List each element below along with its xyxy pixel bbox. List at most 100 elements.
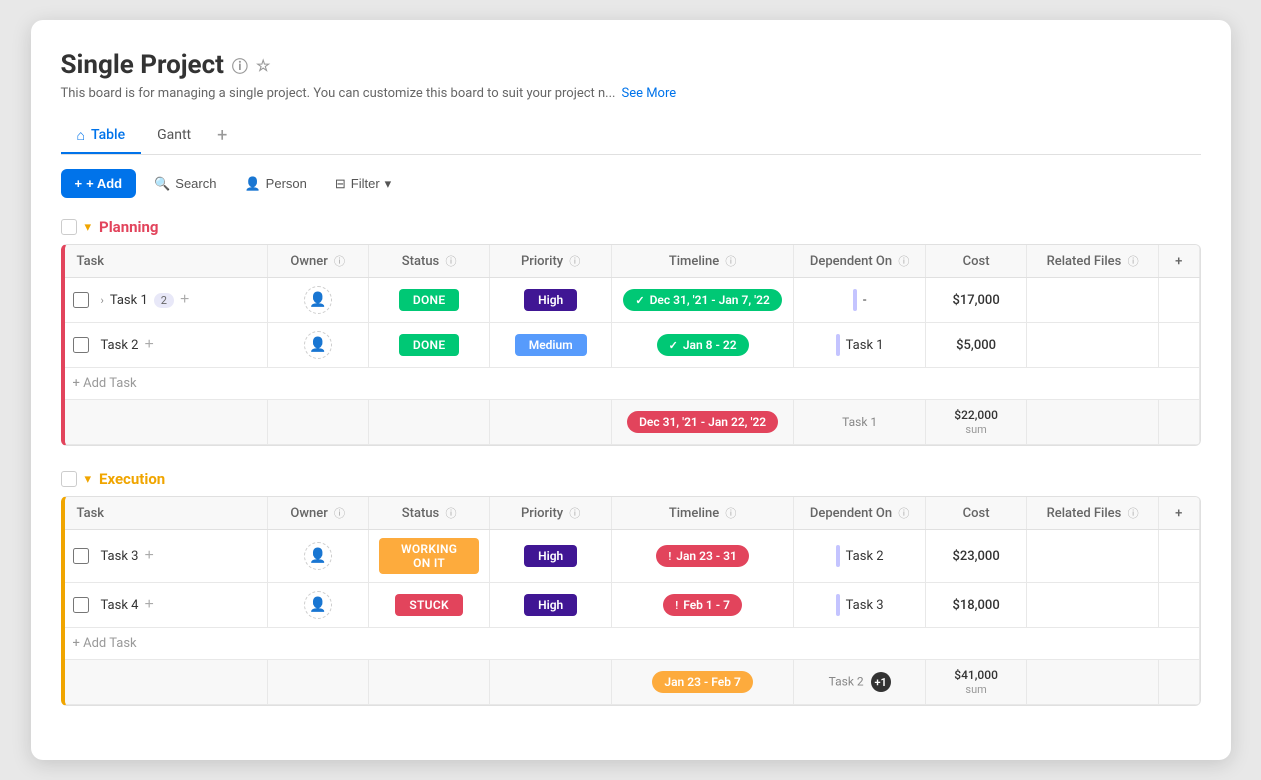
status-cell[interactable]: Done [368, 323, 490, 368]
planning-title: Planning [99, 218, 158, 236]
task-cell: › Task 1 2 + [65, 278, 268, 323]
status-cell[interactable]: Working on it [368, 530, 490, 583]
planning-section: ▾ Planning Task Owner ⓘ Status ⓘ [61, 218, 1201, 446]
timeline-cell[interactable]: ✓ Dec 31, '21 - Jan 7, '22 [611, 278, 793, 323]
timeline-cell[interactable]: ! Jan 23 - 31 [611, 530, 793, 583]
col-add-planning[interactable]: + [1158, 245, 1199, 278]
timeline-cell[interactable]: ✓ Jan 8 - 22 [611, 323, 793, 368]
priority-badge: Medium [515, 334, 587, 356]
col-priority-execution: Priority ⓘ [490, 497, 612, 530]
col-cost-planning: Cost [925, 245, 1026, 278]
dependent-cell: - [794, 278, 926, 323]
star-icon[interactable]: ☆ [256, 56, 270, 75]
timeline-cell[interactable]: ! Feb 1 - 7 [611, 583, 793, 628]
execution-table: Task Owner ⓘ Status ⓘ Priority ⓘ Timelin… [65, 497, 1200, 705]
priority-badge: High [524, 594, 577, 616]
priority-badge: High [524, 289, 577, 311]
row-checkbox[interactable] [73, 292, 89, 308]
sum-empty-2 [267, 660, 368, 705]
add-subtask-button[interactable]: + [144, 596, 153, 614]
col-timeline-execution: Timeline ⓘ [611, 497, 793, 530]
tab-table[interactable]: ⌂ Table [61, 119, 142, 154]
cost-cell: $17,000 [925, 278, 1026, 323]
row-checkbox[interactable] [73, 337, 89, 353]
col-priority-planning: Priority ⓘ [490, 245, 612, 278]
page-description: This board is for managing a single proj… [61, 86, 1201, 101]
sum-dependent-cell: Task 1 [794, 400, 926, 445]
priority-cell[interactable]: High [490, 530, 612, 583]
table-row: › Task 1 2 + 👤 Done [65, 278, 1200, 323]
avatar[interactable]: 👤 [304, 542, 332, 570]
task-name: Task 2 [101, 338, 139, 353]
search-icon: 🔍 [154, 176, 170, 192]
task-cell: Task 3 + [65, 530, 268, 583]
avatar[interactable]: 👤 [304, 591, 332, 619]
timeline-badge: ! Feb 1 - 7 [663, 594, 742, 616]
planning-table-wrapper: Task Owner ⓘ Status ⓘ Priority ⓘ Timelin [61, 244, 1201, 446]
add-button[interactable]: + + Add [61, 169, 137, 198]
add-task-cell[interactable]: + Add Task [65, 368, 1200, 400]
dep-indicator [836, 594, 840, 616]
priority-cell[interactable]: High [490, 583, 612, 628]
sum-row: Dec 31, '21 - Jan 22, '22 Task 1 $22,000… [65, 400, 1200, 445]
priority-cell[interactable]: Medium [490, 323, 612, 368]
info-icon[interactable]: ⓘ [232, 53, 248, 77]
col-task-planning: Task [65, 245, 268, 278]
status-badge: Stuck [395, 594, 463, 616]
avatar[interactable]: 👤 [304, 331, 332, 359]
add-task-row[interactable]: + Add Task [65, 368, 1200, 400]
planning-chevron[interactable]: ▾ [85, 220, 92, 235]
sum-empty-4 [490, 400, 612, 445]
task-name: Task 4 [101, 598, 139, 613]
execution-checkbox[interactable] [61, 471, 77, 487]
execution-sum-row: Jan 23 - Feb 7 Task 2 +1 $41,000 sum [65, 660, 1200, 705]
timeline-badge: ✓ Jan 8 - 22 [657, 334, 749, 356]
row-checkbox[interactable] [73, 597, 89, 613]
table-row: Task 4 + 👤 Stuck High [65, 583, 1200, 628]
cost-value: $17,000 [952, 293, 999, 308]
row-checkbox[interactable] [73, 548, 89, 564]
add-subtask-button[interactable]: + [180, 291, 189, 309]
priority-cell[interactable]: High [490, 278, 612, 323]
subtask-count: 2 [154, 293, 174, 308]
planning-checkbox[interactable] [61, 219, 77, 235]
dependent-cell: Task 1 [794, 323, 926, 368]
sum-label: sum [965, 683, 986, 696]
add-icon: + [75, 176, 83, 191]
add-subtask-button[interactable]: + [144, 336, 153, 354]
add-cell [1158, 278, 1199, 323]
add-label: + Add [86, 176, 122, 191]
execution-section: ▾ Execution Task Owner ⓘ Status ⓘ Prio [61, 470, 1201, 706]
row-expand-icon[interactable]: › [101, 294, 104, 307]
add-tab-button[interactable]: + [207, 117, 237, 154]
execution-table-wrapper: Task Owner ⓘ Status ⓘ Priority ⓘ Timelin… [61, 496, 1201, 706]
owner-cell: 👤 [267, 530, 368, 583]
see-more-link[interactable]: See More [621, 86, 676, 101]
table-row: Task 3 + 👤 Working on it High [65, 530, 1200, 583]
sum-label: sum [965, 423, 986, 436]
execution-chevron[interactable]: ▾ [85, 472, 92, 487]
sum-cost-value: $22,000 [954, 408, 998, 422]
person-button[interactable]: 👤 Person [234, 170, 316, 198]
add-task-row[interactable]: + Add Task [65, 628, 1200, 660]
table-tab-icon: ⌂ [77, 127, 85, 144]
add-subtask-button[interactable]: + [144, 547, 153, 565]
filter-button[interactable]: ⊟ Filter ▾ [325, 170, 401, 198]
description-text: This board is for managing a single proj… [61, 86, 616, 101]
sum-empty-4 [490, 660, 612, 705]
files-cell [1027, 583, 1159, 628]
status-cell[interactable]: Done [368, 278, 490, 323]
sum-timeline-cell: Jan 23 - Feb 7 [611, 660, 793, 705]
add-cell [1158, 583, 1199, 628]
search-button[interactable]: 🔍 Search [144, 170, 226, 198]
col-add-execution[interactable]: + [1158, 497, 1199, 530]
sum-empty-1 [65, 400, 268, 445]
sum-files-cell [1027, 660, 1159, 705]
avatar[interactable]: 👤 [304, 286, 332, 314]
status-badge: Working on it [379, 538, 480, 574]
dependent-cell: Task 3 [794, 583, 926, 628]
tab-gantt[interactable]: Gantt [141, 119, 207, 153]
status-cell[interactable]: Stuck [368, 583, 490, 628]
add-task-cell[interactable]: + Add Task [65, 628, 1200, 660]
owner-cell: 👤 [267, 583, 368, 628]
